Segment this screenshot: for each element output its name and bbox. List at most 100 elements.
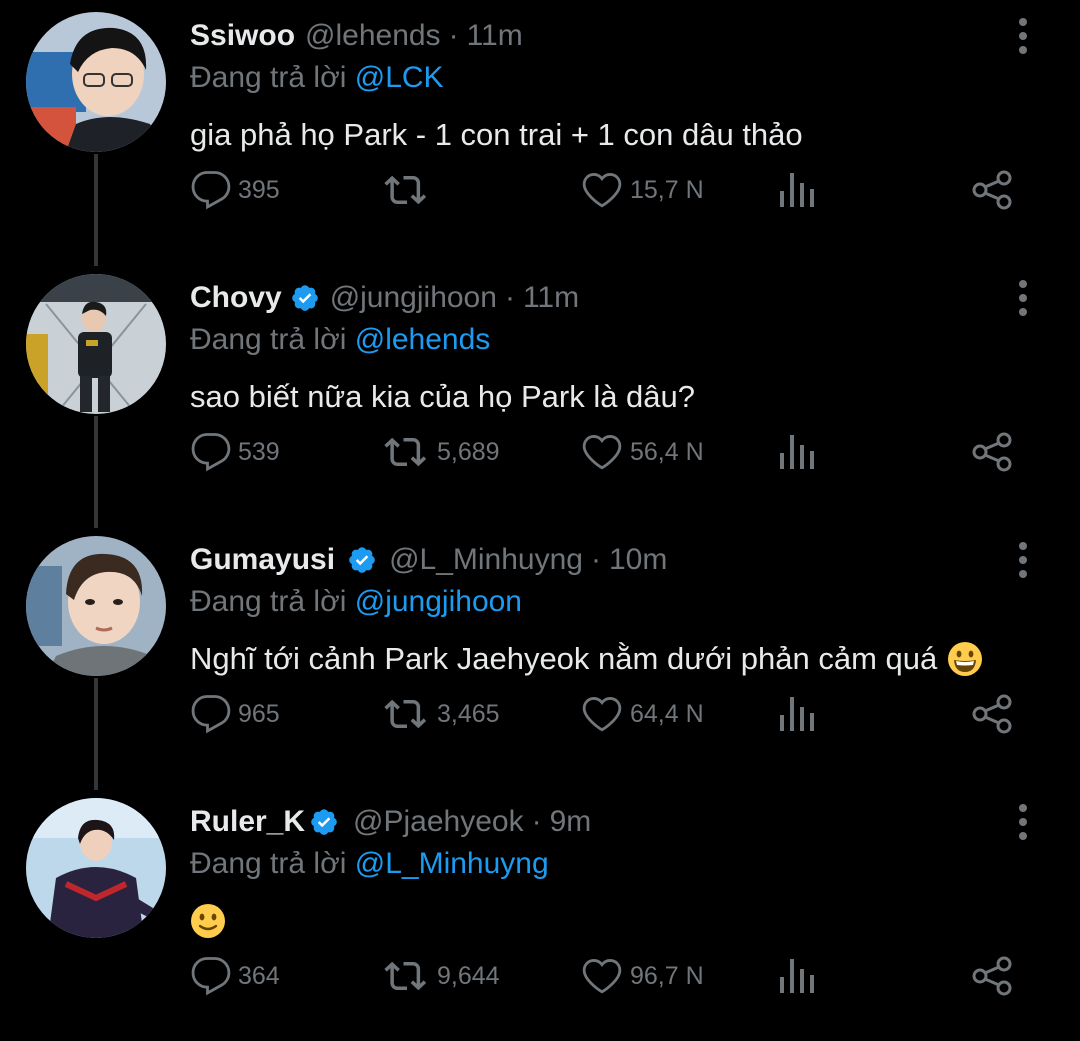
- share-button[interactable]: [970, 430, 1014, 474]
- display-name[interactable]: Gumayusi: [190, 540, 335, 580]
- avatar-ruler[interactable]: [26, 798, 166, 938]
- reply-icon: [191, 957, 231, 996]
- avatar-chovy[interactable]: [26, 274, 166, 414]
- views-button[interactable]: [778, 954, 816, 998]
- verified-badge-icon: [347, 545, 377, 575]
- reply-context: Đang trả lời @jungjihoon: [190, 582, 522, 622]
- timestamp[interactable]: 11m: [467, 16, 523, 56]
- like-count: 15,7 N: [630, 175, 704, 204]
- tweet[interactable]: Chovy @jungjihoon · 11m Đang trả lời @le…: [0, 262, 1080, 524]
- reply-button[interactable]: 395: [190, 168, 280, 212]
- tweet-header: Chovy @jungjihoon · 11m: [190, 278, 579, 318]
- tweet-header: Ruler_K @Pjaehyeok · 9m: [190, 802, 591, 842]
- reply-mention-link[interactable]: @LCK: [355, 61, 444, 94]
- retweet-button[interactable]: [383, 168, 437, 212]
- share-button[interactable]: [970, 692, 1014, 736]
- like-button[interactable]: 96,7 N: [580, 954, 704, 998]
- more-options-icon[interactable]: [1010, 800, 1036, 844]
- reply-prefix: Đang trả lời: [190, 61, 347, 94]
- reply-prefix: Đang trả lời: [190, 847, 347, 880]
- bar-chart-icon: [780, 959, 814, 993]
- reply-button[interactable]: 364: [190, 954, 280, 998]
- reply-mention-link[interactable]: @L_Minhuyng: [355, 847, 549, 880]
- tweet[interactable]: Ruler_K @Pjaehyeok · 9m Đang trả lời @L_…: [0, 786, 1080, 1041]
- reply-prefix: Đang trả lời: [190, 323, 347, 356]
- profile-photo-icon: [26, 798, 166, 938]
- retweet-icon: [384, 437, 427, 467]
- like-button[interactable]: 15,7 N: [580, 168, 704, 212]
- tweet-text-content: Nghĩ tới cảnh Park Jaehyeok nằm dưới phả…: [190, 641, 938, 676]
- reply-button[interactable]: 539: [190, 430, 280, 474]
- like-count: 64,4 N: [630, 699, 704, 728]
- like-count: 56,4 N: [630, 437, 704, 466]
- heart-icon: [582, 959, 622, 994]
- tweet-actions: 965 3,465 64,4 N: [0, 692, 1080, 736]
- verified-badge-icon: [309, 807, 339, 837]
- retweet-icon: [384, 175, 427, 205]
- views-button[interactable]: [778, 430, 816, 474]
- slightly-smiling-face-emoji-icon: [190, 903, 226, 939]
- share-icon: [972, 694, 1012, 734]
- tweet-text-content: sao biết nữa kia của họ Park là dâu?: [190, 379, 696, 414]
- reply-count: 364: [238, 961, 280, 990]
- display-name[interactable]: Chovy: [190, 278, 282, 318]
- handle[interactable]: @jungjihoon: [330, 278, 497, 318]
- reply-context: Đang trả lời @lehends: [190, 320, 490, 360]
- reply-button[interactable]: 965: [190, 692, 280, 736]
- retweet-count: 9,644: [437, 961, 500, 990]
- reply-count: 965: [238, 699, 280, 728]
- retweet-button[interactable]: 3,465: [383, 692, 500, 736]
- retweet-count: 3,465: [437, 699, 500, 728]
- separator-dot: ·: [590, 543, 601, 576]
- reply-thread: Ssiwoo @lehends · 11m Đang trả lời @LCK …: [0, 0, 1080, 1041]
- more-options-icon[interactable]: [1010, 276, 1036, 320]
- separator-dot: ·: [531, 805, 542, 838]
- bar-chart-icon: [780, 173, 814, 207]
- retweet-button[interactable]: 9,644: [383, 954, 500, 998]
- tweet-text: Nghĩ tới cảnh Park Jaehyeok nằm dưới phả…: [190, 637, 983, 681]
- reply-mention-link[interactable]: @jungjihoon: [355, 585, 522, 618]
- tweet-actions: 364 9,644 96,7 N: [0, 954, 1080, 998]
- grinning-face-emoji-icon: [947, 641, 983, 677]
- profile-photo-icon: [26, 536, 166, 676]
- heart-icon: [582, 697, 622, 732]
- more-options-icon[interactable]: [1010, 538, 1036, 582]
- handle[interactable]: @Pjaehyeok: [353, 802, 524, 842]
- heart-icon: [582, 435, 622, 470]
- share-button[interactable]: [970, 168, 1014, 212]
- profile-photo-icon: [26, 274, 166, 414]
- retweet-button[interactable]: 5,689: [383, 430, 500, 474]
- avatar-gumayusi[interactable]: [26, 536, 166, 676]
- timestamp[interactable]: 9m: [550, 802, 592, 842]
- reply-prefix: Đang trả lời: [190, 585, 347, 618]
- separator-dot: ·: [504, 281, 515, 314]
- heart-icon: [582, 173, 622, 208]
- views-button[interactable]: [778, 692, 816, 736]
- reply-count: 395: [238, 175, 280, 204]
- tweet[interactable]: Ssiwoo @lehends · 11m Đang trả lời @LCK …: [0, 0, 1080, 262]
- handle[interactable]: @L_Minhuyng: [389, 540, 583, 580]
- timestamp[interactable]: 10m: [609, 540, 667, 580]
- like-button[interactable]: 64,4 N: [580, 692, 704, 736]
- like-button[interactable]: 56,4 N: [580, 430, 704, 474]
- timestamp[interactable]: 11m: [523, 278, 579, 318]
- retweet-icon: [384, 699, 427, 729]
- tweet[interactable]: Gumayusi @L_Minhuyng · 10m Đang trả lời …: [0, 524, 1080, 786]
- more-options-icon[interactable]: [1010, 14, 1036, 58]
- share-icon: [972, 170, 1012, 210]
- display-name[interactable]: Ruler_K: [190, 802, 305, 842]
- profile-photo-icon: [26, 12, 166, 152]
- reply-mention-link[interactable]: @lehends: [355, 323, 491, 356]
- share-icon: [972, 956, 1012, 996]
- views-button[interactable]: [778, 168, 816, 212]
- display-name[interactable]: Ssiwoo: [190, 16, 295, 56]
- tweet-actions: 539 5,689 56,4 N: [0, 430, 1080, 474]
- share-button[interactable]: [970, 954, 1014, 998]
- separator-dot: ·: [448, 19, 459, 52]
- retweet-count: 5,689: [437, 437, 500, 466]
- reply-icon: [191, 695, 231, 734]
- retweet-icon: [384, 961, 427, 991]
- reply-icon: [191, 433, 231, 472]
- avatar-ssiwoo[interactable]: [26, 12, 166, 152]
- handle[interactable]: @lehends: [305, 16, 441, 56]
